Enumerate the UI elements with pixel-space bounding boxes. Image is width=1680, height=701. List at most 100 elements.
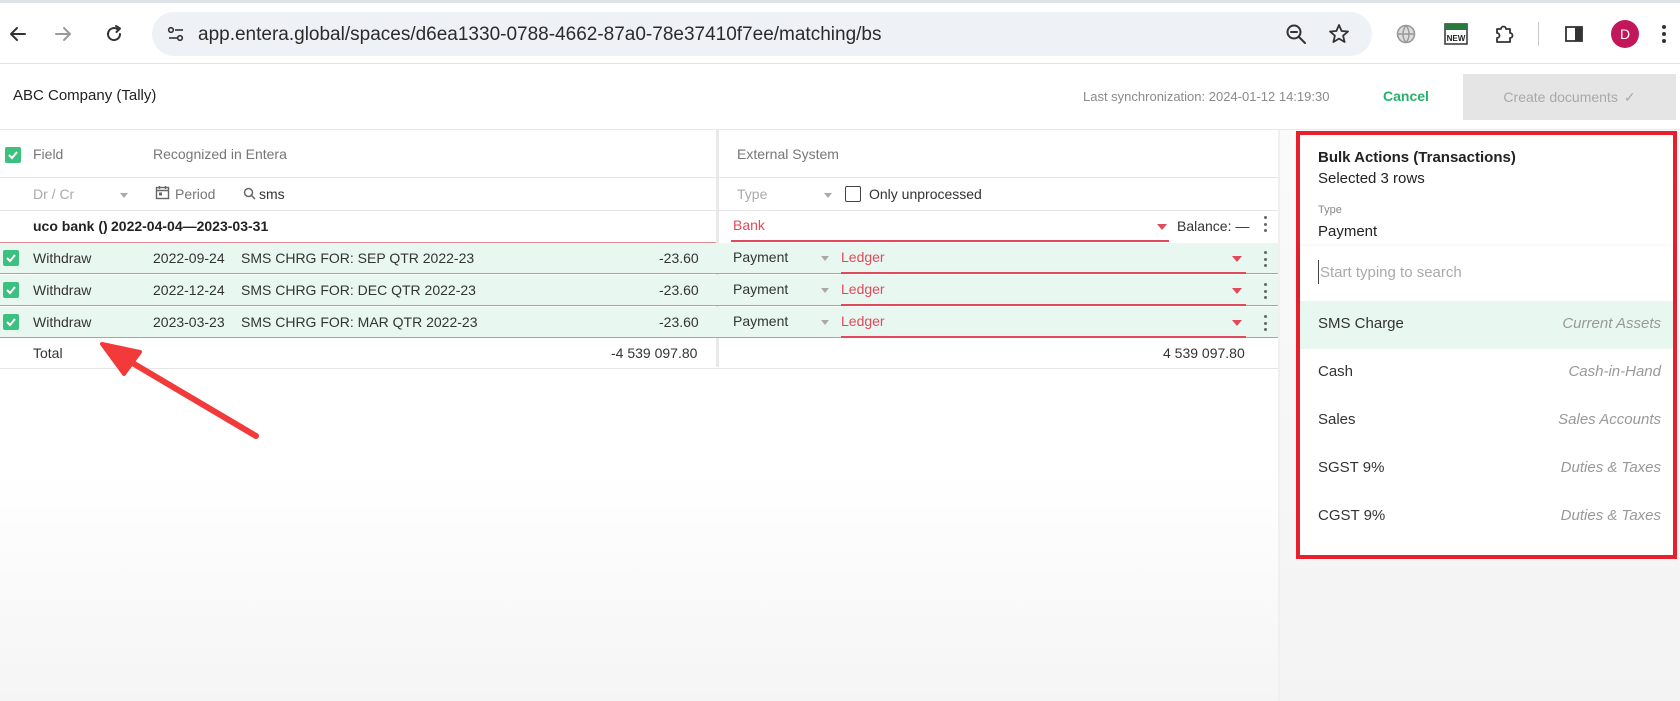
ledger-underline bbox=[841, 272, 1246, 274]
ledger-option-category: Cash-in-Hand bbox=[1568, 363, 1661, 380]
ledger-option-name: SGST 9% bbox=[1318, 459, 1385, 476]
drcr-filter[interactable]: Dr / Cr bbox=[33, 186, 74, 202]
row-amount: -23.60 bbox=[659, 282, 699, 298]
zoom-out-icon bbox=[1286, 24, 1306, 44]
bookmark-button[interactable] bbox=[1323, 18, 1355, 50]
ledger-search-box bbox=[1300, 246, 1673, 301]
url-text[interactable]: app.entera.global/spaces/d6ea1330-0788-4… bbox=[198, 24, 881, 46]
ledger-underline bbox=[841, 304, 1246, 306]
app-header: ABC Company (Tally) Last synchronization… bbox=[0, 64, 1680, 130]
type-dropdown-icon[interactable] bbox=[824, 193, 832, 198]
column-header-external: External System bbox=[737, 146, 839, 162]
side-panel-button[interactable] bbox=[1558, 18, 1590, 50]
ledger-option-category: Duties & Taxes bbox=[1560, 507, 1661, 524]
row-field: Withdraw bbox=[33, 250, 92, 266]
checkmark-icon bbox=[6, 318, 16, 327]
forward-arrow-icon bbox=[55, 27, 71, 41]
ledger-option-name: SMS Charge bbox=[1318, 315, 1404, 332]
total-label: Total bbox=[33, 345, 63, 361]
side-panel-icon bbox=[1565, 26, 1583, 42]
back-button[interactable] bbox=[2, 18, 34, 50]
checkmark-icon bbox=[6, 286, 16, 295]
create-documents-button[interactable]: Create documents ✓ bbox=[1463, 74, 1676, 120]
ledger-option-name: CGST 9% bbox=[1318, 507, 1386, 524]
header-divider bbox=[0, 177, 1278, 178]
check-icon: ✓ bbox=[1623, 88, 1636, 105]
row-type-select[interactable]: Payment bbox=[733, 313, 788, 329]
globe-icon bbox=[1396, 24, 1416, 44]
type-field-value[interactable]: Payment bbox=[1318, 223, 1377, 240]
type-dropdown-icon[interactable] bbox=[821, 288, 829, 293]
row-checkbox[interactable] bbox=[3, 282, 19, 298]
create-documents-label: Create documents bbox=[1503, 89, 1618, 105]
site-settings-icon[interactable] bbox=[166, 24, 186, 44]
row-menu-icon[interactable] bbox=[1263, 251, 1267, 267]
ledger-dropdown-icon[interactable] bbox=[1232, 288, 1242, 294]
column-header-field: Field bbox=[33, 146, 64, 162]
row-checkbox[interactable] bbox=[3, 250, 19, 266]
row-checkbox[interactable] bbox=[3, 314, 19, 330]
ledger-option-name: Cash bbox=[1318, 363, 1354, 380]
profile-avatar[interactable]: D bbox=[1611, 20, 1639, 48]
zoom-button[interactable] bbox=[1280, 18, 1312, 50]
row-type-select[interactable]: Payment bbox=[733, 249, 788, 265]
calendar-icon[interactable] bbox=[155, 185, 170, 200]
translate-extension[interactable] bbox=[1390, 18, 1422, 50]
reload-button[interactable] bbox=[98, 18, 130, 50]
browser-toolbar: app.entera.global/spaces/d6ea1330-0788-4… bbox=[0, 0, 1680, 64]
ledger-option[interactable]: CGST 9% Duties & Taxes bbox=[1300, 493, 1673, 541]
row-ledger-select[interactable]: Ledger bbox=[841, 249, 885, 265]
type-dropdown-icon[interactable] bbox=[821, 256, 829, 261]
drcr-dropdown-icon[interactable] bbox=[120, 193, 128, 198]
new-badge-icon: NEW bbox=[1444, 23, 1468, 45]
tab-strip-edge bbox=[0, 0, 1680, 3]
period-filter[interactable]: Period bbox=[175, 186, 215, 202]
total-right-amount: 4 539 097.80 bbox=[1163, 345, 1245, 361]
group-menu-icon[interactable] bbox=[1263, 216, 1267, 232]
svg-text:NEW: NEW bbox=[1447, 34, 1466, 43]
row-menu-icon[interactable] bbox=[1263, 315, 1267, 331]
ledger-option-category: Sales Accounts bbox=[1558, 411, 1661, 428]
type-filter[interactable]: Type bbox=[737, 186, 767, 202]
ledger-option[interactable]: SMS Charge Current Assets bbox=[1300, 301, 1673, 349]
ledger-option[interactable]: SGST 9% Duties & Taxes bbox=[1300, 445, 1673, 493]
ledger-dropdown-icon[interactable] bbox=[1232, 320, 1242, 326]
cancel-button[interactable]: Cancel bbox=[1383, 88, 1429, 104]
browser-menu-button[interactable] bbox=[1654, 18, 1674, 50]
balance-text: Balance: — bbox=[1177, 218, 1250, 234]
row-type-select[interactable]: Payment bbox=[733, 281, 788, 297]
new-extension[interactable]: NEW bbox=[1440, 18, 1472, 50]
extensions-button[interactable] bbox=[1488, 18, 1520, 50]
ledger-dropdown-icon[interactable] bbox=[1232, 256, 1242, 262]
reload-icon bbox=[107, 25, 122, 42]
group-bank-name: uco bank () bbox=[33, 218, 108, 234]
row-menu-icon[interactable] bbox=[1263, 283, 1267, 299]
group-date-range: 2022-04-04—2023-03-31 bbox=[111, 218, 269, 234]
bulk-actions-title: Bulk Actions (Transactions) bbox=[1318, 149, 1516, 166]
type-dropdown-icon[interactable] bbox=[821, 320, 829, 325]
row-description: SMS CHRG FOR: SEP QTR 2022-23 bbox=[241, 250, 475, 266]
row-ledger-select[interactable]: Ledger bbox=[841, 281, 885, 297]
ledger-option[interactable]: Sales Sales Accounts bbox=[1300, 397, 1673, 445]
forward-button[interactable] bbox=[47, 18, 79, 50]
search-icon bbox=[243, 187, 256, 200]
row-description: SMS CHRG FOR: MAR QTR 2022-23 bbox=[241, 314, 478, 330]
row-date: 2022-12-24 bbox=[153, 282, 225, 298]
bank-dropdown-icon[interactable] bbox=[1157, 224, 1167, 230]
only-unprocessed-checkbox[interactable] bbox=[845, 186, 861, 202]
row-date: 2023-03-23 bbox=[153, 314, 225, 330]
ledger-search-input[interactable] bbox=[1318, 260, 1648, 284]
ledger-underline bbox=[841, 336, 1246, 338]
search-filter-input[interactable]: sms bbox=[259, 186, 285, 202]
address-bar[interactable]: app.entera.global/spaces/d6ea1330-0788-4… bbox=[152, 12, 1372, 56]
only-unprocessed-label: Only unprocessed bbox=[869, 186, 982, 202]
column-header-recognized: Recognized in Entera bbox=[153, 146, 287, 162]
row-amount: -23.60 bbox=[659, 250, 699, 266]
checkmark-icon bbox=[6, 254, 16, 263]
bank-account-select[interactable]: Bank bbox=[733, 217, 765, 233]
row-ledger-select[interactable]: Ledger bbox=[841, 313, 885, 329]
bank-select-underline bbox=[731, 240, 1169, 242]
ledger-option[interactable]: Cash Cash-in-Hand bbox=[1300, 349, 1673, 397]
select-all-checkbox[interactable] bbox=[5, 147, 21, 163]
total-divider bbox=[0, 368, 1278, 369]
